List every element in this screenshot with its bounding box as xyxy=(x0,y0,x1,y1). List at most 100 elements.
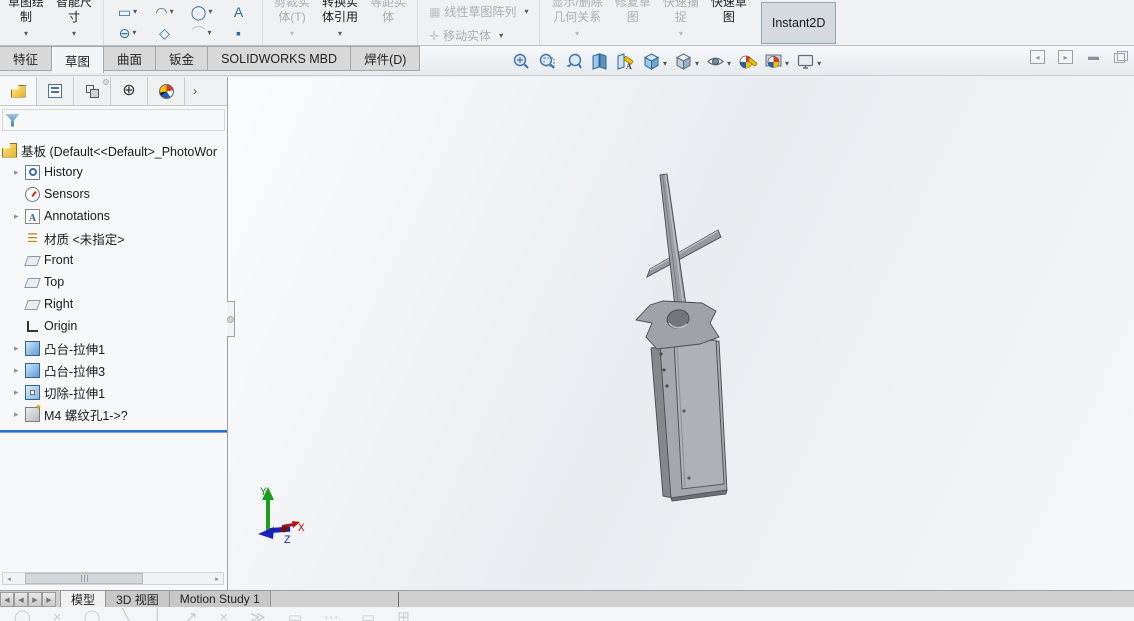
dropdown-arrow-icon[interactable]: ▾ xyxy=(817,59,821,68)
next[interactable]: ▶ xyxy=(28,592,42,607)
ribbon-big-button[interactable]: 转换实 体引用 ▾ xyxy=(316,0,364,45)
dropdown-arrow-icon[interactable]: ▾ xyxy=(132,28,136,37)
feature-tree-item[interactable]: 基板 (Default<<Default>_PhotoWor xyxy=(0,139,227,161)
expand-arrow-icon[interactable] xyxy=(14,167,25,178)
panel-tabs-overflow-button[interactable]: › xyxy=(185,77,205,105)
feature-tree-item[interactable]: 材质 <未指定> xyxy=(0,227,227,249)
zoom-to-fit[interactable]: ▾ xyxy=(512,52,531,71)
arc-tool[interactable]: ◠ ▾ xyxy=(146,5,183,19)
command-tab[interactable]: 曲面 xyxy=(104,46,157,71)
dropdown-arrow-icon[interactable]: ▾ xyxy=(290,30,294,38)
document-view-tab[interactable]: 模型 xyxy=(60,590,106,607)
expand-arrow-icon[interactable] xyxy=(14,387,25,398)
ribbon-row-button[interactable]: ▦ 线性草图阵列 ▾ xyxy=(429,3,528,20)
feature-tree-item[interactable]: History xyxy=(0,161,227,183)
feature-tree-item[interactable]: Annotations xyxy=(0,205,227,227)
section-view[interactable]: ▾ xyxy=(590,52,609,71)
dropdown-arrow-icon[interactable]: ▾ xyxy=(679,30,683,38)
dropdown-arrow-icon[interactable]: ▾ xyxy=(663,59,667,68)
model-part[interactable] xyxy=(228,77,1134,590)
feature-tree-item[interactable]: 凸台-拉伸3 xyxy=(0,359,227,381)
scrollbar-thumb[interactable] xyxy=(25,573,143,584)
feature-tree-item[interactable]: Front xyxy=(0,249,227,271)
collapse-pane-left-icon[interactable]: ◂ xyxy=(1030,50,1045,64)
ribbon-big-button[interactable]: 修复草 图 ▾ xyxy=(609,0,657,45)
expand-arrow-icon[interactable] xyxy=(14,343,25,354)
scroll-right-arrow-icon[interactable]: ▸ xyxy=(211,573,223,584)
dropdown-arrow-icon[interactable]: ▾ xyxy=(208,28,212,37)
document-view-tab[interactable]: 3D 视图 xyxy=(105,590,169,607)
feature-tree-item[interactable]: M4 螺纹孔1->? xyxy=(0,403,227,425)
ribbon-big-button[interactable]: 显示/删除 几何关系 ▾ xyxy=(545,0,608,45)
dropdown-arrow-icon[interactable]: ▾ xyxy=(208,7,212,16)
hide-show-items[interactable]: ▾ xyxy=(706,52,731,71)
expand-pane-right-icon[interactable]: ▸ xyxy=(1058,50,1073,64)
document-view-tab[interactable]: Motion Study 1 xyxy=(168,590,271,607)
first[interactable]: ◀ xyxy=(0,592,14,607)
command-tab[interactable]: 草图 xyxy=(52,46,105,73)
view-settings[interactable]: ▾ xyxy=(796,52,821,71)
command-tab[interactable]: 钣金 xyxy=(156,46,209,71)
expand-arrow-icon[interactable] xyxy=(14,409,25,420)
dropdown-arrow-icon[interactable]: ▾ xyxy=(785,59,789,68)
slot-tool[interactable]: ⊖ ▾ xyxy=(109,26,146,40)
feature-tree-item[interactable]: Sensors xyxy=(0,183,227,205)
ribbon-big-button[interactable]: 智能尺 寸 ▾ xyxy=(50,0,98,45)
previous-view[interactable]: ▾ xyxy=(564,52,583,71)
dropdown-arrow-icon[interactable]: ▾ xyxy=(338,30,342,38)
rollback-bar[interactable] xyxy=(0,430,227,432)
dimxpertmanager-tab[interactable]: ⊕ xyxy=(111,77,148,105)
featuremanager-tree-tab[interactable] xyxy=(0,77,37,105)
minimize-icon[interactable]: ▬ xyxy=(1086,50,1101,64)
feature-tree-item[interactable]: Top xyxy=(0,271,227,293)
last[interactable]: ▶ xyxy=(42,592,56,607)
dropdown-arrow-icon[interactable]: ▾ xyxy=(727,59,731,68)
annotation-views[interactable]: ▾ xyxy=(616,52,635,71)
prev[interactable]: ◀ xyxy=(14,592,28,607)
zoom-to-area[interactable]: ▾ xyxy=(538,52,557,71)
displaymanager-tab[interactable] xyxy=(148,77,185,105)
sketch-fillet-tool[interactable]: ⌒ ▾ xyxy=(183,26,220,40)
ribbon-big-button[interactable]: 草图绘 制 ▾ xyxy=(2,0,50,45)
graphics-viewport[interactable]: Y X Z xyxy=(228,77,1134,590)
panel-collapse-handle[interactable] xyxy=(103,79,109,85)
point-tool[interactable]: ▪ ▾ xyxy=(220,26,257,40)
dropdown-arrow-icon[interactable]: ▾ xyxy=(575,30,579,38)
ribbon-big-button[interactable]: 剪裁实 体(T) ▾ xyxy=(268,0,316,45)
feature-tree-item[interactable]: Origin xyxy=(0,315,227,337)
text-tool[interactable]: A ▾ xyxy=(220,5,257,19)
instant2d-toggle[interactable]: Instant2D xyxy=(760,2,837,44)
apply-scene[interactable]: ▾ xyxy=(764,52,789,71)
feature-tree-item[interactable]: 凸台-拉伸1 xyxy=(0,337,227,359)
tree-horizontal-scrollbar[interactable]: ◂ ▸ xyxy=(2,572,224,585)
dropdown-arrow-icon[interactable]: ▾ xyxy=(24,30,28,38)
polygon-tool[interactable]: ◇ ▾ xyxy=(146,26,183,40)
command-tab[interactable]: SOLIDWORKS MBD xyxy=(208,46,352,71)
display-style[interactable]: ▾ xyxy=(674,52,699,71)
dropdown-arrow-icon[interactable]: ▾ xyxy=(170,7,174,16)
dropdown-arrow-icon[interactable]: ▾ xyxy=(695,59,699,68)
panel-splitter-handle[interactable] xyxy=(227,301,235,337)
scroll-left-arrow-icon[interactable]: ◂ xyxy=(3,573,15,584)
view-orientation[interactable]: ▾ xyxy=(642,52,667,71)
ribbon-big-button[interactable]: 快速草 图 ▾ xyxy=(705,0,753,45)
propertymanager-tab[interactable] xyxy=(37,77,74,105)
dropdown-arrow-icon[interactable]: ▾ xyxy=(72,30,76,38)
dropdown-arrow-icon[interactable]: ▾ xyxy=(133,7,137,16)
command-tab[interactable]: 焊件(D) xyxy=(351,46,421,71)
edit-appearance[interactable]: ▾ xyxy=(738,52,757,71)
ribbon-big-button[interactable]: 等距实 体 ▾ xyxy=(364,0,412,45)
command-tab[interactable]: 特征 xyxy=(0,46,53,71)
feature-tree-item[interactable]: Right xyxy=(0,293,227,315)
circle-tool[interactable]: ◯ ▾ xyxy=(183,5,220,19)
feature-tree-item[interactable]: 切除-拉伸1 xyxy=(0,381,227,403)
ribbon-big-button[interactable]: 快速捕 捉 ▾ xyxy=(657,0,705,45)
ribbon-row-button[interactable]: ✛ 移动实体 ▾ xyxy=(429,27,528,44)
dropdown-arrow-icon[interactable]: ▾ xyxy=(524,7,528,16)
tree-filter-input[interactable] xyxy=(2,109,225,131)
rectangle-tool[interactable]: ▭ ▾ xyxy=(109,5,146,19)
restore-window-icon[interactable] xyxy=(1114,51,1128,63)
dropdown-arrow-icon[interactable]: ▾ xyxy=(499,31,503,40)
expand-arrow-icon[interactable] xyxy=(14,211,25,222)
expand-arrow-icon[interactable] xyxy=(14,365,25,376)
